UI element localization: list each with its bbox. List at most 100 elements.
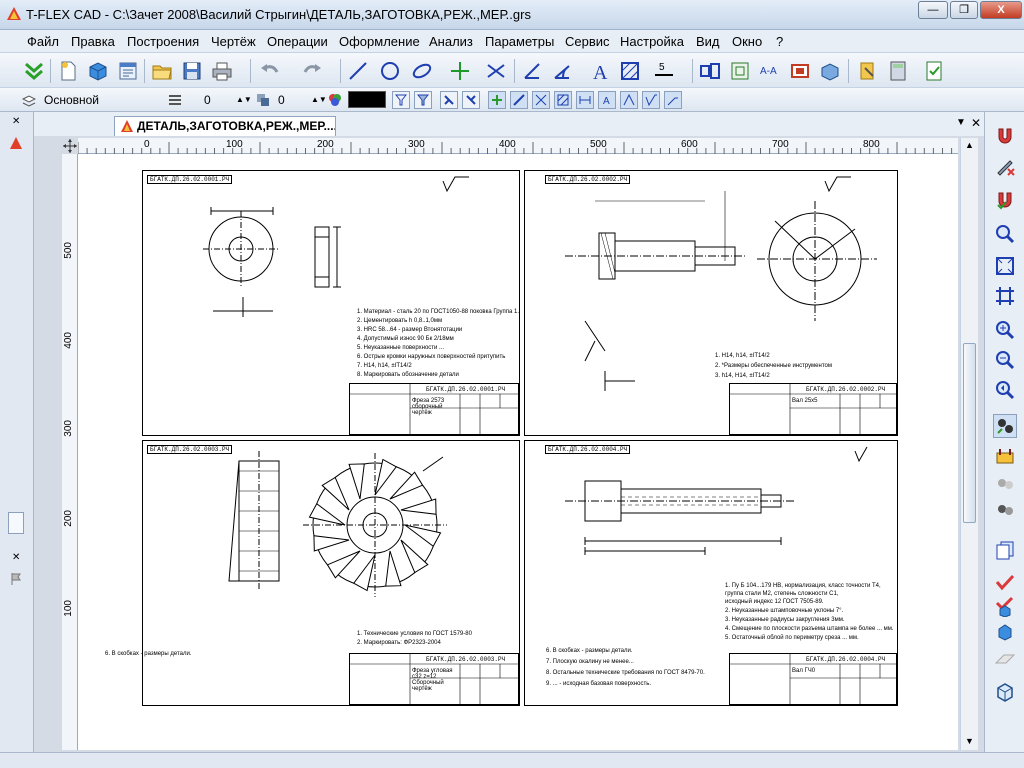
snap-hatch-icon[interactable] [554, 91, 572, 109]
check-mark-icon[interactable] [993, 570, 1017, 594]
section-icon[interactable] [788, 59, 812, 83]
new-document-icon[interactable] [56, 59, 80, 83]
tab-close-icon[interactable]: ✕ [971, 116, 981, 130]
filter-icon[interactable] [392, 91, 410, 109]
3d-window-icon[interactable] [993, 680, 1017, 704]
zoom-window-icon[interactable] [993, 222, 1017, 246]
scrollbar-thumb[interactable] [963, 343, 976, 523]
hatch-tool-icon[interactable] [618, 59, 642, 83]
pen-cancel-icon[interactable] [993, 154, 1017, 178]
redo-icon[interactable] [300, 59, 324, 83]
snap-leader-icon[interactable] [664, 91, 682, 109]
tab-dropdown-icon[interactable]: ▼ [956, 117, 966, 128]
snap-line-icon[interactable] [510, 91, 528, 109]
fragment-icon[interactable] [698, 59, 722, 83]
panel-scroll-handle[interactable] [8, 512, 24, 534]
close-button[interactable]: X [980, 1, 1022, 19]
zoom-previous-icon[interactable] [993, 378, 1017, 402]
view-icon[interactable] [728, 59, 752, 83]
menu-view[interactable]: Вид [696, 34, 720, 49]
trim-tool-icon[interactable] [484, 59, 508, 83]
node-tool-icon[interactable] [448, 59, 472, 83]
filter-list-icon[interactable] [414, 91, 432, 109]
menu-drawing[interactable]: Чертёж [211, 34, 256, 49]
level-spinner[interactable]: ▲▼ [236, 91, 252, 109]
restore-button[interactable]: ❐ [950, 1, 978, 19]
show-hidden-icon[interactable] [993, 472, 1017, 496]
magnet-confirm-icon[interactable] [993, 188, 1017, 212]
sheet-bottom-left[interactable]: БГАТК.ДП.26.02.0003.РЧ 1. Технические ус… [142, 440, 520, 706]
checklist-icon[interactable] [922, 59, 946, 83]
sheet-bottom-right[interactable]: БГАТК.ДП.26.02.0004.РЧ 1. Пу Б 104...179… [105, 440, 898, 706]
3d-view-icon[interactable] [818, 59, 842, 83]
menu-file[interactable]: Файл [27, 34, 59, 49]
level-input[interactable]: 0 [204, 91, 211, 109]
variables-icon[interactable]: A-A [758, 59, 782, 83]
menu-construct[interactable]: Построения [127, 34, 199, 49]
print-icon[interactable] [210, 59, 234, 83]
scroll-up-icon[interactable]: ▲ [965, 140, 974, 150]
tools-icon[interactable] [856, 59, 880, 83]
new-page-icon[interactable] [116, 59, 140, 83]
workplane-icon[interactable] [993, 648, 1017, 672]
menu-service[interactable]: Сервис [565, 34, 610, 49]
new-3d-model-icon[interactable] [86, 59, 110, 83]
sheet-top-left[interactable]: БГАТК.ДП.26.02.0001.РЧ 1. Материал - ста… [142, 170, 520, 436]
flag-icon[interactable] [9, 572, 23, 586]
model-tree-icon[interactable] [9, 136, 23, 150]
snap-text-icon[interactable]: A [598, 91, 616, 109]
menu-edit[interactable]: Правка [71, 34, 115, 49]
vertical-scrollbar[interactable]: ▲ ▼ [960, 138, 978, 750]
hide-elements-icon[interactable] [993, 498, 1017, 522]
pan-icon[interactable] [993, 414, 1017, 438]
panel2-close-icon[interactable]: ✕ [12, 552, 20, 563]
save-icon[interactable] [180, 59, 204, 83]
menu-settings[interactable]: Настройка [620, 34, 684, 49]
snap-tolerance-icon[interactable] [620, 91, 638, 109]
3d-body-icon[interactable] [993, 618, 1017, 642]
dimension-tool-icon[interactable] [520, 59, 544, 83]
drawing-canvas[interactable]: БГАТК.ДП.26.02.0001.РЧ 1. Материал - ста… [78, 154, 958, 750]
snap-settings-icon[interactable] [993, 444, 1017, 468]
circle-tool-icon[interactable] [378, 59, 402, 83]
layer-select[interactable]: Основной [22, 91, 160, 109]
snap-intersection-icon[interactable] [532, 91, 550, 109]
open-folder-icon[interactable] [150, 59, 174, 83]
snap-roughness-icon[interactable] [642, 91, 660, 109]
menu-parameters[interactable]: Параметры [485, 34, 554, 49]
priority-input[interactable]: 0 [278, 91, 285, 109]
line-tool-icon[interactable] [346, 59, 370, 83]
zoom-in-icon[interactable] [993, 318, 1017, 342]
ruler-origin-icon[interactable] [62, 138, 78, 154]
minimize-button[interactable]: — [918, 1, 948, 19]
priority-spinner[interactable]: ▲▼ [311, 91, 327, 109]
pages-icon[interactable] [993, 538, 1017, 562]
menu-analysis[interactable]: Анализ [429, 34, 473, 49]
confirm-icon[interactable] [22, 59, 46, 83]
undo-icon[interactable] [258, 59, 282, 83]
zoom-page-icon[interactable] [993, 284, 1017, 308]
select-all-icon[interactable] [462, 91, 480, 109]
sheet-top-right[interactable]: БГАТК.ДП.26.02.0002.РЧ 1. H14, h14, ±IT1… [524, 170, 898, 436]
panel-close-icon[interactable]: ✕ [12, 116, 20, 127]
angular-dimension-icon[interactable] [550, 59, 574, 83]
color-swatch[interactable] [348, 91, 386, 108]
magnet-snap-icon[interactable] [993, 124, 1017, 148]
snap-dimension-icon[interactable] [576, 91, 594, 109]
zoom-extents-icon[interactable] [993, 254, 1017, 278]
menu-format[interactable]: Оформление [339, 34, 420, 49]
scroll-down-icon[interactable]: ▼ [965, 736, 974, 746]
menu-window[interactable]: Окно [732, 34, 762, 49]
zoom-out-icon[interactable] [993, 348, 1017, 372]
line-step-icon[interactable]: 5 [652, 59, 676, 83]
menu-help[interactable]: ? [776, 34, 783, 49]
ellipse-tool-icon[interactable] [410, 59, 434, 83]
select-filter-icon[interactable] [440, 91, 458, 109]
menu-operations[interactable]: Операции [267, 34, 328, 49]
calculator-icon[interactable] [886, 59, 910, 83]
color-palette-icon[interactable] [328, 93, 342, 107]
tab-document[interactable]: ДЕТАЛЬ,ЗАГОТОВКА,РЕЖ.,МЕР..... [114, 116, 336, 136]
text-tool-icon[interactable]: A [588, 59, 612, 83]
snap-node-icon[interactable] [488, 91, 506, 109]
validate-model-icon[interactable] [993, 594, 1017, 618]
